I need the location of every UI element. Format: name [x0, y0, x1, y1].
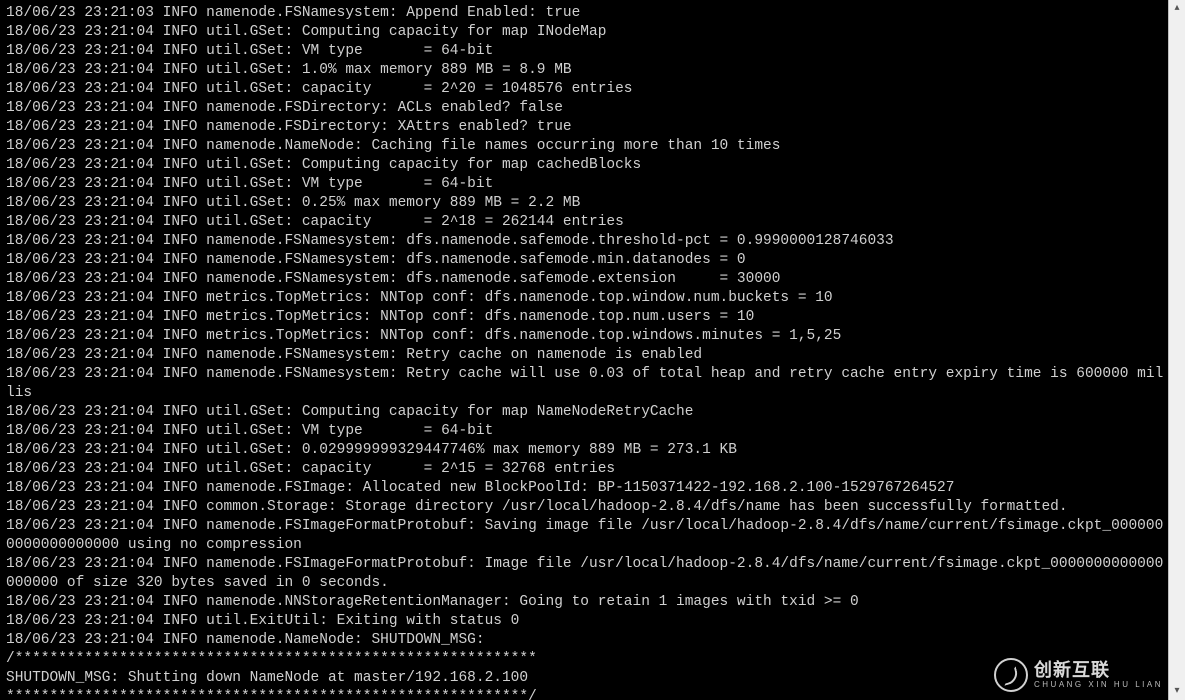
scroll-up-button[interactable]: ▴: [1169, 0, 1185, 17]
scroll-down-button[interactable]: ▾: [1169, 683, 1185, 700]
vertical-scrollbar[interactable]: ▴ ▾: [1168, 0, 1185, 700]
terminal-output[interactable]: 18/06/23 23:21:03 INFO namenode.FSNamesy…: [0, 0, 1168, 700]
caret-up-icon: ▴: [1174, 4, 1179, 14]
caret-down-icon: ▾: [1174, 687, 1179, 697]
scrollbar-track[interactable]: [1169, 17, 1185, 683]
